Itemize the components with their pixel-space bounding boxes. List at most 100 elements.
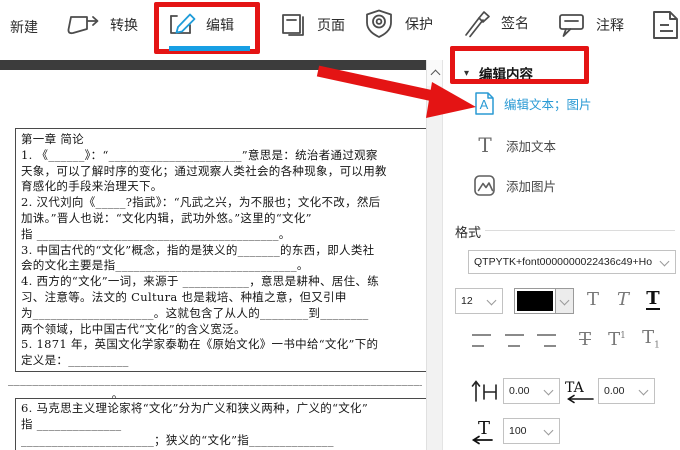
doc-line: ______________________；狭义的“文化”指_________… — [21, 432, 334, 447]
toolbar-item-page-label: 页面 — [317, 16, 345, 33]
font-family-value: QTPYTK+font0000000022436c49+Ho — [474, 256, 653, 268]
sidebar-item-edit-text-image[interactable]: A 编辑文本；图片 — [474, 91, 592, 116]
doc-line: 育感化的手段来治理天下。 — [21, 179, 163, 194]
color-dropdown-cell[interactable] — [555, 289, 573, 313]
toolbar-item-convert[interactable]: 转换 — [62, 9, 138, 41]
sidebar-item-add-image-label: 添加图片 — [506, 180, 557, 194]
sign-pen-icon — [465, 11, 490, 38]
t-italic-glyph: T — [616, 289, 629, 310]
protect-shield-icon — [366, 9, 392, 38]
toolbar-item-convert-label: 转换 — [110, 17, 138, 33]
toolbar-item-protect[interactable]: 保护 — [362, 8, 433, 39]
sidebar-item-add-text-label: 添加文本 — [506, 139, 557, 154]
char-spacing-field[interactable] — [598, 378, 655, 404]
superscript-button[interactable]: T1 — [604, 327, 630, 353]
svg-text:T: T — [478, 134, 492, 156]
align-left-button[interactable] — [468, 327, 496, 353]
font-size-select[interactable]: 12 — [455, 288, 503, 314]
doc-line: 会的文化主要是指______________________________。 — [21, 258, 309, 273]
scroll-up-icon — [430, 69, 440, 80]
convert-icon — [67, 16, 99, 35]
toolbar-item-sign[interactable]: 签名 — [460, 8, 529, 38]
line-spacing-input[interactable] — [504, 384, 545, 398]
horizontal-scale-field[interactable] — [503, 418, 560, 444]
text-block-1[interactable]: 第一章 简论 1. 《______》：“_____________________… — [15, 128, 426, 372]
align-center-icon — [504, 333, 524, 347]
char-spacing-icon: TA — [565, 380, 594, 404]
align-right-icon — [536, 333, 556, 347]
doc-line: 3. 中国古代的“文化”概念，指的是狭义的_______的东西，即人类社 — [21, 242, 375, 257]
dropdown-chevron-icon — [659, 256, 670, 266]
add-text-t-icon: T — [478, 134, 492, 156]
toolbar-item-sign-label: 签名 — [501, 15, 529, 31]
char-spacing-input[interactable] — [599, 384, 640, 398]
edit-pencil-icon — [170, 13, 196, 34]
text-style-underline-button[interactable]: T — [640, 287, 666, 313]
svg-text:T: T — [478, 418, 490, 439]
doc-line: 6. 马克思主义理论家将“文化”分为广义和狭义两种，广义的“文化” — [21, 401, 369, 415]
t-regular-glyph: T — [586, 289, 599, 310]
horizontal-scale-icon: T — [471, 418, 493, 445]
line-spacing-icon — [471, 380, 497, 402]
toolbar-item-more[interactable] — [651, 9, 680, 41]
svg-text:A: A — [480, 97, 489, 112]
toolbar-item-page[interactable]: 页面 — [279, 11, 345, 38]
toolbar-item-edit-label: 编辑 — [206, 16, 234, 33]
doc-line: 加诛。”晋人也说：“文化内辑，武功外悠。”这里的“文化” — [21, 210, 312, 225]
add-image-icon — [474, 175, 495, 196]
color-swatch-black — [517, 291, 553, 311]
align-center-button[interactable] — [500, 327, 528, 353]
page-icon — [282, 14, 304, 36]
document-page[interactable]: 第一章 简论 1. 《______》：“_____________________… — [0, 70, 426, 450]
t-subscript-glyph: T1 — [642, 327, 660, 351]
t-strikethrough-glyph: T — [578, 329, 591, 350]
svg-text:TA: TA — [565, 380, 585, 396]
toolbar-item-protect-label: 保护 — [405, 15, 433, 32]
edit-content-highlight-box — [450, 46, 589, 84]
sidebar-item-add-image[interactable]: 添加图片 — [473, 173, 556, 198]
sidebar-item-edit-text-image-label: 编辑文本；图片 — [504, 98, 592, 112]
dropdown-chevron-icon — [486, 295, 497, 305]
font-size-value: 12 — [461, 295, 473, 307]
font-color-picker[interactable] — [514, 288, 574, 314]
toolbar-item-comment[interactable]: 注释 — [557, 11, 624, 39]
horizontal-scale-input[interactable] — [504, 424, 545, 438]
toolbar-item-comment-label: 注释 — [596, 17, 624, 33]
toolbar-item-new-label: 新建 — [10, 19, 38, 35]
format-divider — [485, 230, 675, 231]
doc-line: 天象，可以了解时序的变化；通过观察人类社会的各种现象，可以用教 — [21, 163, 387, 178]
vertical-scrollbar[interactable] — [426, 60, 443, 450]
doc-line: 指 ______________________________________… — [21, 226, 291, 241]
toolbar-item-new[interactable]: 新建 — [10, 17, 38, 37]
t-superscript-glyph: T1 — [608, 329, 626, 350]
subscript-button[interactable]: T1 — [638, 327, 664, 353]
format-section-label: 格式 — [455, 225, 482, 240]
dropdown-chevron-icon — [559, 295, 570, 305]
doc-line: 第一章 简论 — [21, 132, 84, 146]
sidebar-item-add-text[interactable]: T 添加文本 — [476, 134, 556, 156]
doc-line: 为____________________。这就包含了从人的________到_… — [21, 305, 369, 320]
doc-line: 两个领域，比中国古代“文化”的含义宽泛。 — [21, 321, 246, 336]
toolbar-item-edit[interactable]: 编辑 — [168, 11, 234, 38]
text-block-2[interactable]: 6. 马克思主义理论家将“文化”分为广义和狭义两种，广义的“文化” 指 _____… — [15, 398, 426, 450]
text-style-regular-button[interactable]: T — [580, 287, 606, 313]
dropdown-chevron-icon — [543, 425, 554, 435]
text-style-italic-button[interactable]: T — [610, 287, 636, 313]
doc-line: 定义是：__________ — [21, 353, 129, 368]
t-underline-glyph: T — [646, 288, 660, 310]
document-lines-icon — [653, 11, 678, 39]
pdf-editor-window: 新建 转换 编辑 页面 保护 签名 注释 第一章 简论 1. 《______》：… — [0, 0, 680, 450]
edit-active-underline — [169, 46, 250, 51]
font-family-select[interactable]: QTPYTK+font0000000022436c49+Ho — [468, 250, 676, 274]
edit-text-a-icon: A — [475, 92, 494, 115]
document-top-bar — [0, 60, 426, 70]
dropdown-chevron-icon — [543, 385, 554, 395]
doc-line: 4. 西方的“文化”一词，来源于 ___________，意思是耕种、居住、练 — [21, 274, 379, 289]
align-right-button[interactable] — [532, 327, 560, 353]
doc-line: 1. 《______》：“______________________”意思是：… — [21, 147, 378, 162]
doc-line: 2. 汉代刘向《_____?指武》：“凡武之兴，为不服也；文化不改，然后 — [21, 195, 381, 210]
strikethrough-button[interactable]: T — [572, 327, 598, 353]
doc-line: 习、注意等。法文的 Cultura 也是栽培、种植之意，但又引申 — [21, 289, 347, 304]
line-spacing-field[interactable] — [503, 378, 560, 404]
scroll-up-button[interactable] — [427, 60, 443, 86]
